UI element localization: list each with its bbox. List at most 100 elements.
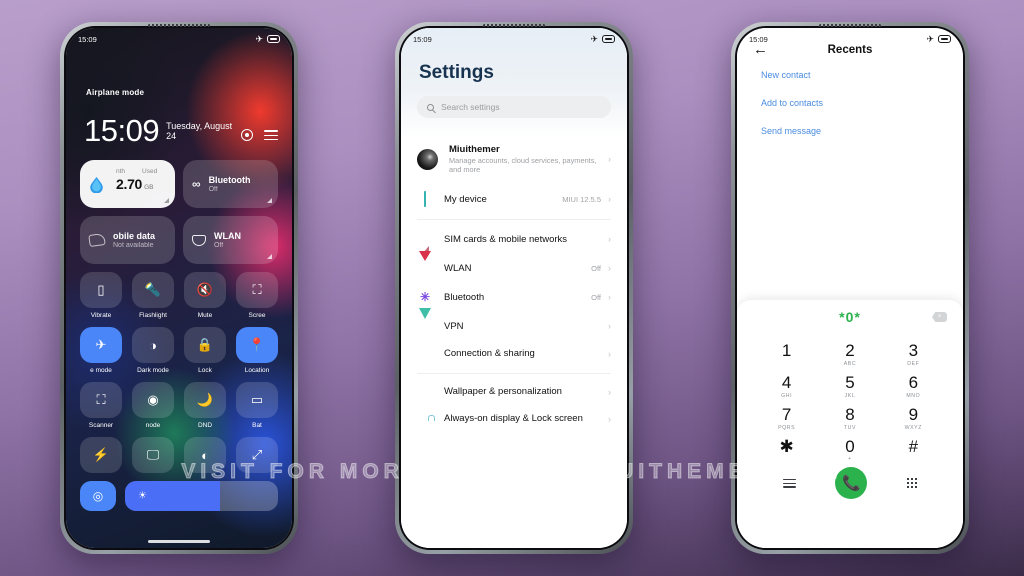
brightness-sun-icon: ☀ bbox=[138, 490, 147, 502]
settings-row-vpn[interactable]: VPN › bbox=[401, 308, 627, 341]
key-letters: + bbox=[848, 456, 852, 463]
dialpad-key-0[interactable]: 0 + bbox=[818, 434, 881, 466]
airplane-icon: ✈ bbox=[255, 33, 263, 44]
dialpad-key-6[interactable]: 6 MNO bbox=[882, 370, 945, 402]
qs-tile-scanner[interactable]: ⛶ Scanner bbox=[80, 382, 122, 429]
battery-icon bbox=[602, 35, 615, 43]
control-center-screen: 15:09 ✈ Airplane mode 15:09 Tuesday, Aug… bbox=[66, 28, 292, 548]
account-description: Manage accounts, cloud services, payment… bbox=[449, 156, 597, 175]
search-input[interactable]: Search settings bbox=[417, 96, 611, 118]
divider bbox=[417, 218, 611, 220]
tile-expand-corner[interactable] bbox=[267, 254, 272, 259]
rotate-screen-icon: ⤢ bbox=[236, 437, 278, 473]
dialpad-key-hash[interactable]: # bbox=[882, 434, 945, 466]
qs-tile-power-saver[interactable]: ⚡ bbox=[80, 437, 122, 473]
avatar bbox=[417, 148, 438, 170]
qs-tile-mute[interactable]: 🔇 Mute bbox=[184, 272, 226, 319]
dialpad-key-5[interactable]: 5 JKL bbox=[818, 370, 881, 402]
key-digit: 1 bbox=[781, 341, 792, 360]
chevron-right-icon: › bbox=[608, 387, 611, 398]
key-letters: JKL bbox=[844, 392, 856, 399]
qs-tile-vibrate[interactable]: ▯ Vibrate bbox=[80, 272, 122, 319]
link-add-to-contacts[interactable]: Add to contacts bbox=[737, 89, 963, 117]
dialpad-key-2[interactable]: 2 ABC bbox=[818, 338, 881, 370]
qs-tile-screenshot[interactable]: ⛶ Scree bbox=[236, 272, 278, 319]
menu-icon[interactable] bbox=[782, 478, 796, 488]
call-button[interactable]: 📞 bbox=[835, 467, 868, 500]
qs-label: DND bbox=[197, 422, 213, 429]
account-row[interactable]: Miuithemer Manage accounts, cloud servic… bbox=[401, 138, 627, 185]
qs-label: Mute bbox=[197, 312, 213, 319]
qs-label: e mode bbox=[90, 367, 112, 374]
key-letters bbox=[755, 456, 818, 462]
qs-tile-dnd[interactable]: 🌙 DND bbox=[184, 382, 226, 429]
chevron-right-icon: › bbox=[608, 154, 611, 165]
qs-tile-battery-saver[interactable]: ▭ Bat bbox=[236, 382, 278, 429]
dialpad-key-7[interactable]: 7 PQRS bbox=[755, 402, 818, 434]
settings-row-wallpaper[interactable]: Wallpaper & personalization › bbox=[401, 379, 627, 406]
key-digit: ✱ bbox=[779, 436, 794, 456]
dialpad-key-3[interactable]: 3 DEF bbox=[882, 338, 945, 370]
home-indicator bbox=[148, 540, 210, 543]
dialed-number: *0* bbox=[839, 309, 861, 325]
settings-row-my-device[interactable]: My device MIUI 12.5.5 › bbox=[401, 185, 627, 214]
qs-label: Lock bbox=[198, 367, 212, 374]
qs-tile-dark-mode[interactable]: ◑ Dark mode bbox=[132, 327, 174, 374]
qs-tile-rotate-screen[interactable]: ⤢ bbox=[236, 437, 278, 473]
dialpad-key-1[interactable]: 1 bbox=[755, 338, 818, 370]
search-icon bbox=[427, 103, 434, 111]
chevron-right-icon: › bbox=[608, 194, 611, 205]
dialpad-key-4[interactable]: 4 GHI bbox=[755, 370, 818, 402]
qs-label: Location bbox=[244, 367, 270, 374]
link-new-contact[interactable]: New contact bbox=[737, 61, 963, 89]
qs-tile-contrast[interactable]: ◐ bbox=[184, 437, 226, 473]
settings-row-value: Off bbox=[591, 292, 601, 302]
hamburger-menu-icon[interactable] bbox=[264, 130, 278, 141]
tile-expand-corner[interactable] bbox=[164, 198, 169, 203]
dnd-icon: 🌙 bbox=[184, 382, 226, 418]
settings-row-connection-sharing[interactable]: Connection & sharing › bbox=[401, 341, 627, 368]
chevron-right-icon: › bbox=[608, 263, 611, 274]
brightness-slider[interactable]: ☀ bbox=[125, 481, 278, 511]
keypad-icon[interactable] bbox=[907, 478, 918, 489]
mute-icon: 🔇 bbox=[184, 272, 226, 308]
dialpad-key-9[interactable]: 9 WXYZ bbox=[882, 402, 945, 434]
settings-row-always-on-display[interactable]: Always-on display & Lock screen › bbox=[401, 406, 627, 433]
dialpad-panel: *0* × 1 2 ABC 3 DEF 4 GHI 5 JKL 6 MNO 7 PQRS 8… bbox=[737, 300, 963, 548]
qs-tile-location[interactable]: 📍 Location bbox=[236, 327, 278, 374]
key-digit: 8 bbox=[845, 404, 855, 424]
qs-tile-reading-mode[interactable]: ◉ node bbox=[132, 382, 174, 429]
data-usage-tile[interactable]: nth Used 2.70 GB bbox=[80, 160, 175, 208]
settings-row-wlan[interactable]: WLAN Off › bbox=[401, 251, 627, 283]
status-bar-time: 15:09 bbox=[78, 34, 97, 44]
wlan-tile[interactable]: WLAN Off bbox=[183, 216, 278, 264]
settings-row-sim-cards[interactable]: SIM cards & mobile networks › bbox=[401, 225, 627, 256]
gear-icon[interactable] bbox=[241, 129, 253, 142]
divider bbox=[417, 372, 611, 374]
clock-row: 15:09 Tuesday, August 24 bbox=[84, 115, 278, 146]
backspace-icon[interactable]: × bbox=[932, 312, 947, 322]
bluetooth-tile[interactable]: ∞ Bluetooth Off bbox=[183, 160, 278, 208]
qs-tile-airplane-mode[interactable]: ✈ e mode bbox=[80, 327, 122, 374]
qs-tile-cast-screen[interactable]: 🖵 bbox=[132, 437, 174, 473]
reading-mode-icon: ◉ bbox=[132, 382, 174, 418]
settings-row-bluetooth[interactable]: ✳ Bluetooth Off › bbox=[401, 283, 627, 312]
battery-icon bbox=[938, 35, 951, 43]
dialpad-key-8[interactable]: 8 TUV bbox=[818, 402, 881, 434]
link-send-message[interactable]: Send message bbox=[737, 117, 963, 145]
qs-label: Flashlight bbox=[139, 312, 167, 319]
key-letters: GHI bbox=[781, 392, 793, 399]
data-drop-icon bbox=[90, 177, 103, 193]
qs-tile-flashlight[interactable]: 🔦 Flashlight bbox=[132, 272, 174, 319]
earpiece-speaker bbox=[819, 24, 881, 27]
bluetooth-tile-status: Off bbox=[208, 185, 218, 193]
tile-expand-corner[interactable] bbox=[267, 198, 272, 203]
phone-device-dialer: 15:09 ✈ ← Recents New contact Add to con… bbox=[731, 22, 969, 554]
sync-icon[interactable]: ◎ bbox=[80, 481, 116, 511]
key-letters: ABC bbox=[843, 360, 857, 367]
mobile-data-tile[interactable]: obile data Not available bbox=[80, 216, 175, 264]
key-digit: 2 bbox=[845, 341, 855, 360]
dialpad-key-star[interactable]: ✱ bbox=[755, 434, 818, 466]
qs-tile-lock[interactable]: 🔒 Lock bbox=[184, 327, 226, 374]
key-digit: 0 bbox=[845, 436, 855, 456]
